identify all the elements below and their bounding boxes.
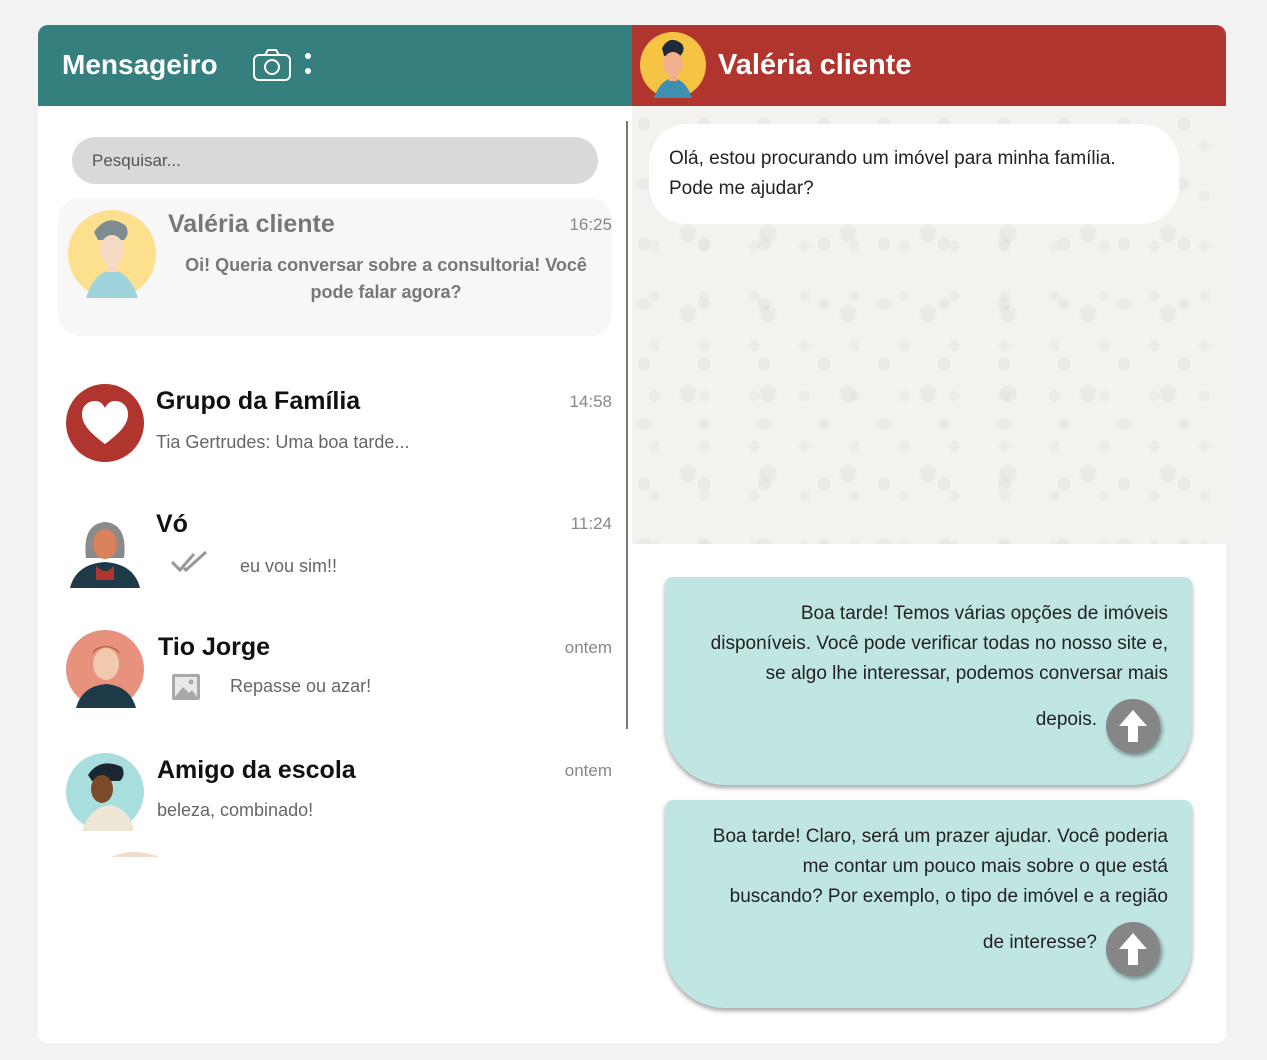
double-check-icon xyxy=(170,550,208,573)
contact-avatar[interactable] xyxy=(640,32,706,98)
send-button[interactable] xyxy=(1106,699,1160,753)
chat-preview: Repasse ou azar! xyxy=(230,676,372,696)
chat-name: Valéria cliente xyxy=(168,210,335,238)
vo-avatar xyxy=(66,510,144,588)
tio-jorge-avatar xyxy=(66,630,144,708)
next-chat-avatar-partial xyxy=(111,852,159,857)
chat-preview: beleza, combinado! xyxy=(157,800,314,820)
chat-name: Amigo da escola xyxy=(157,756,356,784)
camera-icon[interactable] xyxy=(252,47,292,83)
search-input[interactable] xyxy=(72,137,598,184)
chat-time: 14:58 xyxy=(569,392,612,411)
message-text: Boa tarde! Claro, será um prazer ajudar.… xyxy=(712,826,1168,907)
chat-item-vo[interactable]: Vó 11:24 eu vou sim!! xyxy=(58,480,612,588)
chat-time: ontem xyxy=(564,638,612,657)
chat-item-tio-jorge[interactable]: Tio Jorge ontem Repasse ou azar! xyxy=(58,605,612,708)
arrow-up-icon xyxy=(1119,933,1147,965)
chat-list: Valéria cliente 16:25 Oi! Queria convers… xyxy=(38,195,626,857)
chat-time: 11:24 xyxy=(570,514,612,533)
incoming-message: Olá, estou procurando um imóvel para min… xyxy=(649,124,1179,224)
chat-name: Vó xyxy=(156,510,188,538)
app-header: Mensageiro xyxy=(38,25,632,106)
chat-name: Grupo da Família xyxy=(156,387,361,415)
chat-item-valeria[interactable]: Valéria cliente 16:25 Oi! Queria convers… xyxy=(58,198,612,336)
group-avatar xyxy=(66,384,144,462)
chat-item-grupo-familia[interactable]: Grupo da Família 14:58 Tia Gertrudes: Um… xyxy=(58,355,612,462)
message-text: Boa tarde! Temos várias opções de imóvei… xyxy=(710,603,1168,684)
chat-item-amigo-escola[interactable]: Amigo da escola ontem beleza, combinado! xyxy=(58,728,612,831)
outgoing-message: Boa tarde! Temos várias opções de imóvei… xyxy=(665,577,1192,785)
messenger-app: Mensageiro Valéria cliente Pesquisar... … xyxy=(38,25,1226,1043)
conversation-header: Valéria cliente xyxy=(632,25,1226,106)
send-button[interactable] xyxy=(1106,922,1160,976)
arrow-up-icon xyxy=(1119,710,1147,742)
app-title: Mensageiro xyxy=(62,49,218,80)
menu-icon[interactable] xyxy=(302,49,314,79)
message-text-end: de interesse? xyxy=(982,932,1097,953)
message-text-end: depois. xyxy=(1035,709,1097,730)
chat-preview: Tia Gertrudes: Uma boa tarde... xyxy=(156,432,410,452)
outgoing-message: Boa tarde! Claro, será um prazer ajudar.… xyxy=(665,800,1192,1008)
chat-time: 16:25 xyxy=(569,215,612,234)
valeria-avatar xyxy=(68,210,156,298)
chat-preview: Oi! Queria conversar sobre a consultoria… xyxy=(185,255,587,302)
chat-preview: eu vou sim!! xyxy=(240,556,338,576)
image-icon xyxy=(172,674,200,700)
chat-name: Tio Jorge xyxy=(158,633,271,661)
chat-time: ontem xyxy=(564,761,612,780)
panel-divider xyxy=(626,121,628,729)
contact-name: Valéria cliente xyxy=(718,49,912,81)
amigo-avatar xyxy=(66,753,144,831)
